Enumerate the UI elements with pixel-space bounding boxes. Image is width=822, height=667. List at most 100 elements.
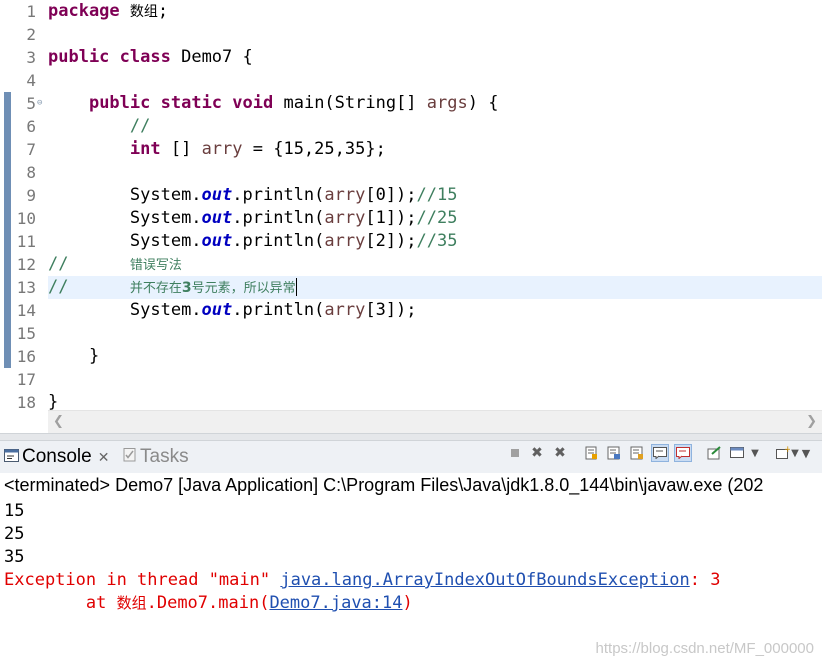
code-text: .println( bbox=[232, 231, 325, 251]
comment: //25 bbox=[416, 208, 458, 228]
code-text: .println( bbox=[232, 300, 325, 320]
open-dropdown-icon[interactable]: ▼ bbox=[790, 444, 800, 462]
line-number: 4 bbox=[26, 71, 36, 90]
tab-label: Tasks bbox=[140, 446, 189, 468]
scroll-left-icon[interactable]: ❮ bbox=[53, 414, 64, 429]
keyword: static bbox=[160, 93, 223, 113]
pin-console-icon[interactable] bbox=[705, 444, 723, 462]
fold-collapse-icon[interactable]: ⊖ bbox=[37, 92, 42, 115]
terminate-icon[interactable] bbox=[506, 444, 524, 462]
horizontal-scrollbar[interactable]: ❮ ❯ bbox=[48, 410, 822, 433]
console-output-line: 15 bbox=[4, 501, 25, 521]
keyword: class bbox=[119, 47, 171, 67]
line-number: 10 bbox=[16, 209, 36, 228]
display-dropdown-icon[interactable]: ▼ bbox=[749, 444, 761, 462]
comment: // bbox=[129, 116, 151, 136]
code-text: [3]); bbox=[365, 300, 417, 320]
code-line[interactable]: public class Demo7 { bbox=[48, 46, 253, 69]
line-number: 9 bbox=[26, 186, 36, 205]
code-line[interactable]: System.out.println(arry[1]);//25 bbox=[48, 207, 458, 230]
code-text: main(String[] bbox=[273, 93, 427, 113]
console-output-line: 35 bbox=[4, 547, 25, 567]
exception-class-link[interactable]: java.lang.ArrayIndexOutOfBoundsException bbox=[280, 570, 689, 590]
scroll-lock-icon[interactable] bbox=[582, 444, 600, 462]
view-menu-icon[interactable]: ▼ bbox=[800, 444, 812, 462]
code-text: System. bbox=[129, 208, 202, 228]
code-text: System. bbox=[129, 300, 202, 320]
comment-text-part: 号元素，所以异常 bbox=[191, 281, 296, 296]
line-number-gutter: 1 2 3 4 5 ⊖ 6 7 8 9 10 11 12 13 14 15 16… bbox=[14, 0, 48, 412]
console-tab-bar: Console ✕ Tasks bbox=[0, 441, 822, 473]
tab-tasks[interactable]: Tasks bbox=[122, 441, 189, 473]
stack-trace-text: .Demo7.main( bbox=[146, 593, 270, 613]
code-line[interactable]: package 数组; bbox=[48, 0, 168, 23]
remove-all-terminated-icon[interactable]: ✖ bbox=[551, 444, 569, 462]
code-line-current[interactable]: // 并不存在3号元素，所以异常 bbox=[48, 276, 297, 299]
close-icon[interactable]: ✕ bbox=[98, 449, 110, 465]
comment: //15 bbox=[416, 185, 458, 205]
line-number: 14 bbox=[16, 301, 36, 320]
line-number: 13 bbox=[16, 278, 36, 297]
variable: arry bbox=[324, 231, 366, 251]
line-number: 11 bbox=[16, 232, 36, 251]
watermark: https://blog.csdn.net/MF_000000 bbox=[595, 640, 814, 657]
comment-number: 3 bbox=[181, 280, 192, 296]
clear-console-icon[interactable] bbox=[628, 444, 646, 462]
source-location-link[interactable]: Demo7.java:14 bbox=[269, 593, 402, 613]
comment: // bbox=[48, 254, 69, 274]
keyword: int bbox=[129, 139, 161, 159]
view-splitter[interactable] bbox=[0, 433, 822, 441]
code-editor[interactable]: 1 2 3 4 5 ⊖ 6 7 8 9 10 11 12 13 14 15 16… bbox=[0, 0, 822, 433]
tab-label: Console bbox=[22, 446, 92, 468]
change-ruler bbox=[0, 0, 14, 410]
code-text: .println( bbox=[232, 208, 325, 228]
variable: arry bbox=[324, 300, 366, 320]
exception-line: Exception in thread "main" java.lang.Arr… bbox=[4, 569, 720, 592]
text-caret bbox=[295, 278, 297, 296]
line-number: 12 bbox=[16, 255, 36, 274]
static-field: out bbox=[201, 208, 233, 228]
static-field: out bbox=[201, 231, 233, 251]
code-line[interactable]: } bbox=[48, 345, 99, 368]
code-text: ) { bbox=[467, 93, 499, 113]
comment-text: 并不存在3号元素，所以异常 bbox=[129, 280, 296, 296]
show-on-stdout-icon[interactable] bbox=[651, 444, 669, 462]
variable: arry bbox=[201, 139, 243, 159]
remove-launch-icon[interactable]: ✖ bbox=[528, 444, 546, 462]
display-selected-console-icon[interactable] bbox=[728, 444, 746, 462]
line-number: 3 bbox=[26, 48, 36, 67]
code-line[interactable]: int [] arry = {15,25,35}; bbox=[48, 138, 386, 161]
tab-console[interactable]: Console ✕ bbox=[4, 441, 109, 473]
show-on-stderr-icon[interactable] bbox=[674, 444, 692, 462]
keyword: void bbox=[232, 93, 274, 113]
code-line[interactable]: // bbox=[48, 115, 150, 138]
line-number: 18 bbox=[16, 393, 36, 412]
code-line[interactable]: public static void main(String[] args) { bbox=[48, 92, 499, 115]
scroll-right-icon[interactable]: ❯ bbox=[806, 414, 817, 429]
code-line[interactable]: System.out.println(arry[2]);//35 bbox=[48, 230, 458, 253]
code-text: System. bbox=[129, 231, 202, 251]
line-number: 16 bbox=[16, 347, 36, 366]
console-icon bbox=[4, 441, 19, 473]
comment-text: 错误写法 bbox=[129, 258, 182, 273]
comment: // bbox=[48, 277, 69, 297]
code-text: [0]); bbox=[365, 185, 417, 205]
code-text: [2]); bbox=[365, 231, 417, 251]
code-text: } bbox=[88, 346, 100, 366]
word-wrap-icon[interactable] bbox=[605, 444, 623, 462]
code-text: System. bbox=[129, 185, 202, 205]
code-line[interactable]: System.out.println(arry[3]); bbox=[48, 299, 417, 322]
keyword: public bbox=[88, 93, 151, 113]
code-line[interactable]: System.out.println(arry[0]);//15 bbox=[48, 184, 458, 207]
static-field: out bbox=[201, 185, 233, 205]
code-line[interactable]: // 错误写法 bbox=[48, 253, 182, 276]
variable: arry bbox=[324, 185, 366, 205]
comment-text-part: 并不存在 bbox=[129, 281, 182, 296]
